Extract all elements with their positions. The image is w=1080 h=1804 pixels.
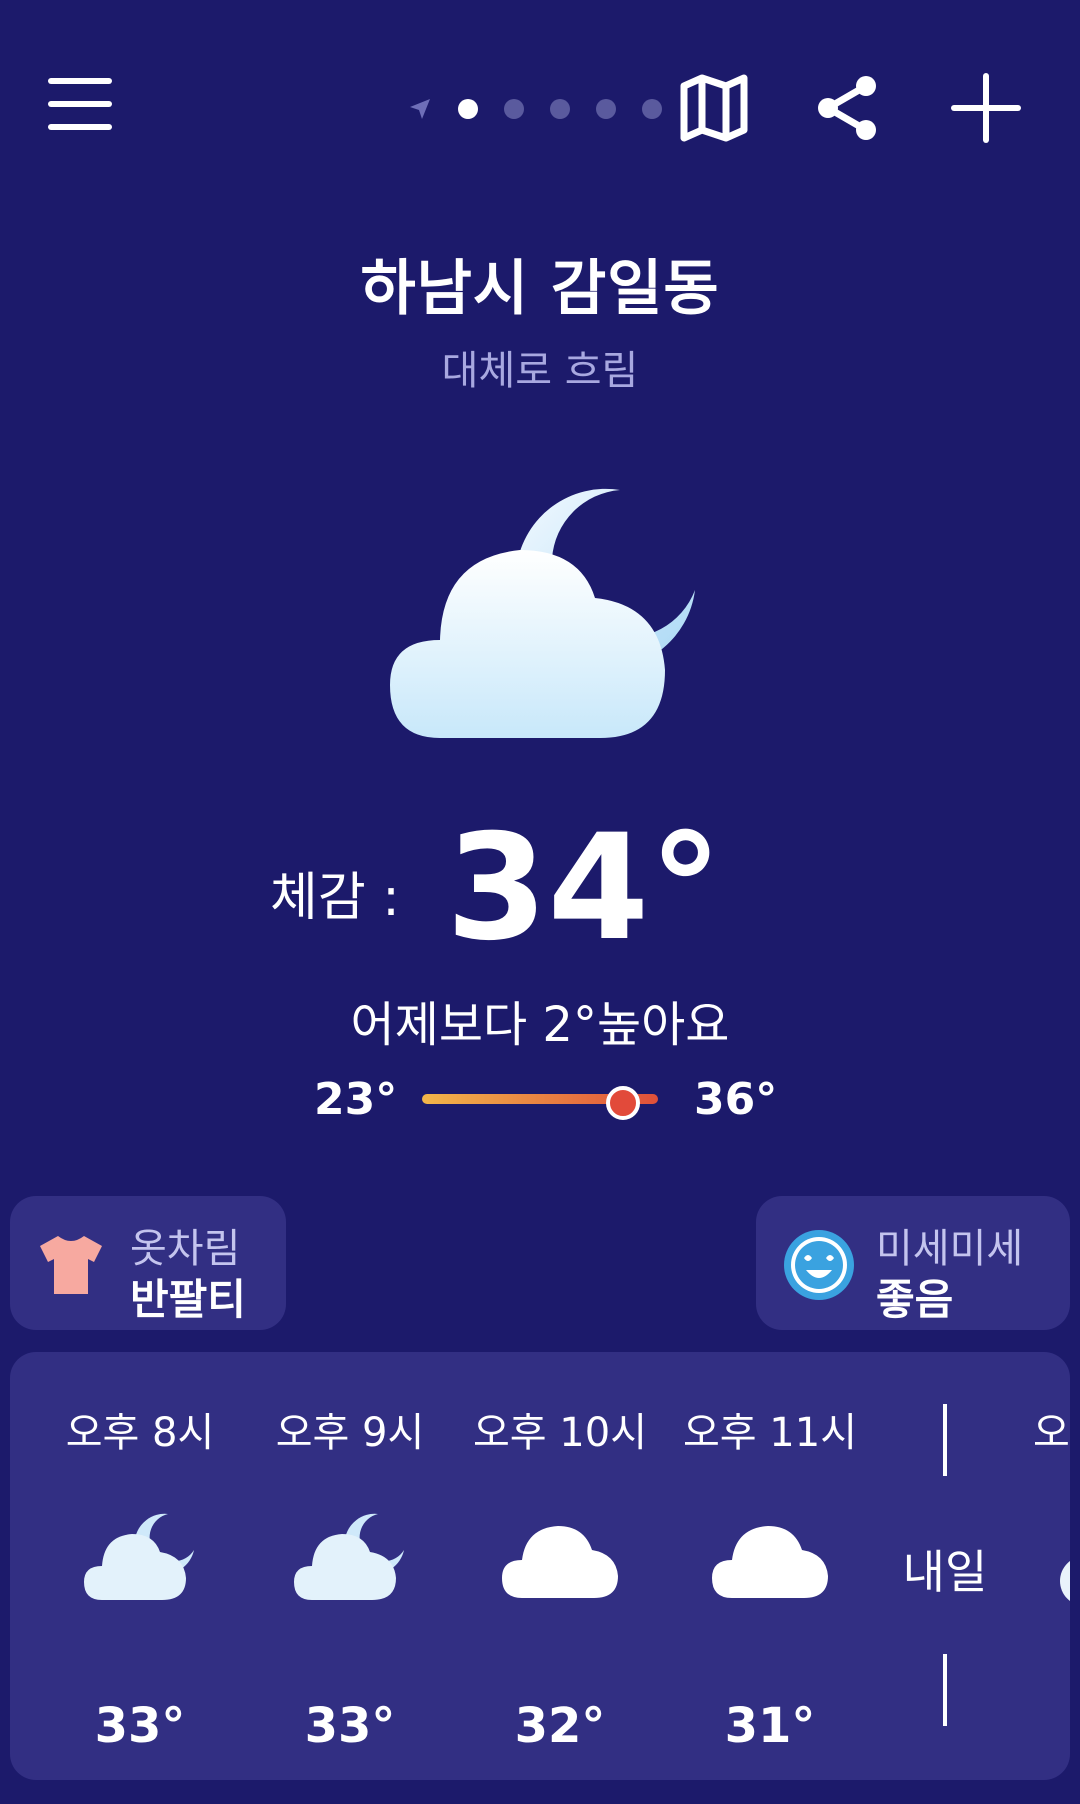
location-title[interactable]: 하남시 감일동: [0, 240, 1080, 327]
cloud-moon-icon: [84, 1513, 194, 1600]
day-divider-top: [943, 1404, 947, 1476]
next-hour-time-partial: 오: [1033, 1410, 1070, 1456]
day-divider-bottom: [943, 1654, 947, 1726]
min-temperature: 23°: [314, 1074, 398, 1125]
cloud-icon: [712, 1526, 828, 1598]
range-track: [422, 1086, 658, 1120]
add-icon[interactable]: [948, 70, 1024, 146]
max-temperature: 36°: [694, 1074, 778, 1125]
page-dot[interactable]: [504, 99, 524, 119]
hour-time: 오후 9시: [275, 1410, 425, 1456]
hourly-item[interactable]: 오후 8시 33°: [40, 1352, 240, 1780]
fine-dust-chip[interactable]: 미세미세 좋음: [756, 1196, 1070, 1330]
map-icon[interactable]: [676, 70, 752, 146]
fine-dust-value: 좋음: [876, 1275, 954, 1324]
page-dot[interactable]: [642, 99, 662, 119]
hourly-item[interactable]: 오후 9시 33°: [250, 1352, 450, 1780]
hour-temp: 33°: [94, 1698, 186, 1754]
menu-icon-line: [48, 124, 112, 130]
current-temp-marker: [605, 1086, 640, 1120]
cloud-icon: [502, 1526, 618, 1598]
hourly-item[interactable]: 오후 11시 31°: [670, 1352, 870, 1780]
page-dot-active[interactable]: [458, 99, 478, 119]
temperature-range: 23° 36°: [0, 1070, 1080, 1130]
yesterday-comparison: 어제보다 2°높아요: [350, 997, 730, 1053]
clothing-value: 반팔티: [130, 1275, 246, 1324]
hour-time: 오후 10시: [472, 1410, 647, 1456]
hourly-forecast[interactable]: 오후 8시 33° 오후 9시 33° 오후 10시 32° 오후 11시 31…: [10, 1352, 1070, 1780]
hour-time: 오후 11시: [682, 1410, 857, 1456]
cloud-moon-icon: [390, 488, 695, 738]
hour-temp: 31°: [724, 1698, 816, 1754]
location-arrow-icon: [410, 99, 430, 119]
page-dot[interactable]: [550, 99, 570, 119]
hour-temp: 33°: [304, 1698, 396, 1754]
hourly-item[interactable]: 오후 10시 32°: [460, 1352, 660, 1780]
cloud-moon-icon: [294, 1513, 404, 1600]
weather-condition: 대체로 흐림: [441, 348, 639, 394]
menu-icon-line: [48, 78, 112, 84]
menu-button[interactable]: [44, 74, 116, 134]
next-hour-icon-partial: [1060, 1556, 1070, 1606]
feels-like-temperature: 34°: [446, 803, 723, 973]
menu-icon-line: [48, 101, 112, 107]
page-indicator[interactable]: [408, 94, 662, 124]
hour-temp: 32°: [514, 1698, 606, 1754]
share-icon[interactable]: [810, 70, 886, 146]
tomorrow-label: 내일: [902, 1545, 988, 1599]
tshirt-icon: [40, 1236, 102, 1294]
top-bar: [0, 0, 1080, 220]
hour-time: 오후 8시: [65, 1410, 215, 1456]
page-dot[interactable]: [596, 99, 616, 119]
feels-like-label: 체감 :: [270, 868, 400, 928]
happy-face-icon: [784, 1230, 854, 1300]
clothing-chip[interactable]: 옷차림 반팔티: [10, 1196, 286, 1330]
